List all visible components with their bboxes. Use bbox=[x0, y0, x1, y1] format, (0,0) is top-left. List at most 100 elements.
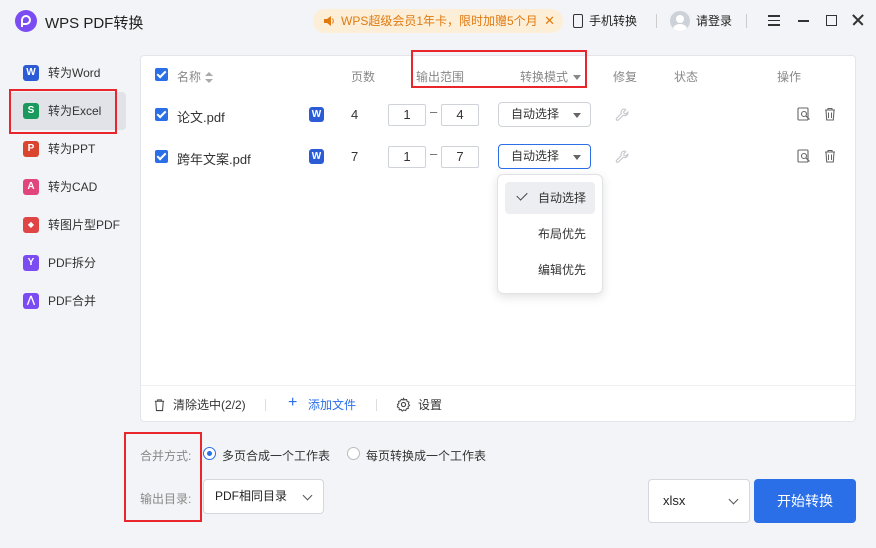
table-header: 名称 页数 输出范围 转换模式 修复 状态 操作 bbox=[141, 56, 855, 94]
clear-selected-button[interactable]: 清除选中(2/2) bbox=[153, 397, 246, 413]
mode-select-value: 自动选择 bbox=[511, 149, 560, 163]
merge-per-page-label[interactable]: 每页转换成一个工作表 bbox=[366, 447, 486, 464]
mode-option-auto[interactable]: 自动选择 bbox=[505, 182, 595, 214]
phone-icon bbox=[573, 14, 583, 28]
output-dir-value: PDF相同目录 bbox=[215, 489, 288, 503]
format-select[interactable]: xlsx bbox=[648, 479, 750, 523]
mode-option-label: 自动选择 bbox=[538, 191, 587, 205]
mode-option-label: 布局优先 bbox=[538, 227, 587, 241]
sidebar: W 转为Word S 转为Excel P 转为PPT A 转为CAD ◆ 转图片… bbox=[10, 54, 126, 320]
mode-select[interactable]: 自动选择 bbox=[498, 144, 591, 169]
row-checkbox[interactable] bbox=[155, 150, 168, 163]
plus-icon: + bbox=[288, 394, 298, 411]
maximize-icon[interactable] bbox=[823, 12, 839, 28]
column-header-status: 状态 bbox=[674, 70, 699, 84]
start-convert-button[interactable]: 开始转换 bbox=[754, 479, 856, 523]
promo-banner[interactable]: WPS超级会员1年卡，限时加赠5个月 ✕ bbox=[313, 9, 563, 33]
minimize-icon[interactable] bbox=[796, 12, 812, 28]
column-header-range: 输出范围 bbox=[416, 70, 465, 84]
settings-button[interactable]: 设置 bbox=[396, 397, 442, 413]
phone-convert-button[interactable]: 手机转换 bbox=[573, 11, 637, 31]
file-name: 论文.pdf bbox=[177, 110, 225, 125]
merge-mode-label: 合并方式: bbox=[140, 449, 192, 463]
wrench-icon[interactable] bbox=[614, 107, 630, 123]
sidebar-item-ppt[interactable]: P 转为PPT bbox=[10, 130, 126, 168]
image-pdf-icon: ◆ bbox=[23, 217, 39, 233]
page-count: 4 bbox=[351, 107, 359, 122]
sidebar-item-split[interactable]: Y PDF拆分 bbox=[10, 244, 126, 282]
table-row[interactable]: 论文.pdf W 4 1 – 4 自动选择 bbox=[141, 95, 855, 135]
mode-select-value: 自动选择 bbox=[511, 107, 560, 121]
merge-single-sheet-label[interactable]: 多页合成一个工作表 bbox=[222, 447, 330, 464]
file-toolbar: 清除选中(2/2) + 添加文件 设置 bbox=[141, 385, 855, 423]
toolbar-divider bbox=[265, 399, 266, 411]
word-file-icon: W bbox=[309, 107, 324, 122]
sidebar-item-image-pdf[interactable]: ◆ 转图片型PDF bbox=[10, 206, 126, 244]
add-file-button[interactable]: + 添加文件 bbox=[288, 394, 356, 413]
word-icon: W bbox=[23, 65, 39, 81]
range-start-input[interactable]: 1 bbox=[388, 104, 426, 126]
format-value: xlsx bbox=[663, 493, 686, 508]
clear-selected-label: 清除选中(2/2) bbox=[173, 398, 246, 412]
header-divider bbox=[656, 14, 657, 28]
ppt-icon: P bbox=[23, 141, 39, 157]
delete-icon[interactable] bbox=[823, 107, 837, 121]
sidebar-item-label: PDF合并 bbox=[48, 294, 97, 308]
check-icon bbox=[516, 189, 528, 201]
merge-single-sheet-radio[interactable] bbox=[203, 447, 216, 460]
range-end-input[interactable]: 7 bbox=[441, 146, 479, 168]
preview-icon[interactable] bbox=[797, 107, 811, 121]
column-header-mode[interactable]: 转换模式 bbox=[520, 68, 582, 85]
chevron-down-icon bbox=[728, 494, 739, 505]
column-header-pages: 页数 bbox=[351, 70, 376, 84]
merge-icon: ⋀ bbox=[23, 293, 39, 309]
promo-close-icon[interactable]: ✕ bbox=[544, 9, 555, 33]
range-separator: – bbox=[430, 146, 438, 161]
wrench-icon[interactable] bbox=[614, 149, 630, 165]
sidebar-item-label: 转为PPT bbox=[48, 142, 96, 156]
speaker-icon bbox=[324, 16, 334, 26]
trash-icon bbox=[154, 399, 165, 412]
gear-icon bbox=[396, 397, 411, 412]
output-dir-select[interactable]: PDF相同目录 bbox=[203, 479, 324, 514]
delete-icon[interactable] bbox=[823, 149, 837, 163]
column-header-name[interactable]: 名称 bbox=[177, 68, 214, 85]
close-window-icon[interactable] bbox=[850, 12, 866, 28]
file-name: 跨年文案.pdf bbox=[177, 152, 251, 167]
merge-per-page-radio[interactable] bbox=[347, 447, 360, 460]
sidebar-item-label: 转为Word bbox=[48, 66, 101, 80]
mode-dropdown-menu: 自动选择 布局优先 编辑优先 bbox=[497, 174, 603, 294]
page-count: 7 bbox=[351, 149, 359, 164]
mode-option-layout[interactable]: 布局优先 bbox=[505, 218, 595, 250]
select-all-checkbox[interactable] bbox=[155, 68, 168, 81]
login-label: 请登录 bbox=[696, 14, 733, 28]
row-checkbox[interactable] bbox=[155, 108, 168, 121]
sidebar-item-label: 转为Excel bbox=[48, 104, 102, 118]
mode-select[interactable]: 自动选择 bbox=[498, 102, 591, 127]
range-end-input[interactable]: 4 bbox=[441, 104, 479, 126]
promo-text: WPS超级会员1年卡，限时加赠5个月 bbox=[341, 14, 538, 28]
word-file-icon: W bbox=[309, 149, 324, 164]
excel-icon: S bbox=[23, 103, 39, 119]
sidebar-item-excel[interactable]: S 转为Excel bbox=[10, 92, 126, 130]
sidebar-item-label: PDF拆分 bbox=[48, 256, 97, 270]
range-start-input[interactable]: 1 bbox=[388, 146, 426, 168]
table-row[interactable]: 跨年文案.pdf W 7 1 – 7 自动选择 bbox=[141, 137, 855, 177]
mode-option-edit[interactable]: 编辑优先 bbox=[505, 254, 595, 286]
sidebar-item-cad[interactable]: A 转为CAD bbox=[10, 168, 126, 206]
settings-label: 设置 bbox=[418, 398, 443, 412]
sidebar-item-label: 转图片型PDF bbox=[48, 218, 121, 232]
sort-icon bbox=[205, 71, 214, 84]
avatar-icon bbox=[670, 11, 690, 31]
toolbar-divider bbox=[376, 399, 377, 411]
menu-icon[interactable] bbox=[766, 12, 782, 28]
split-icon: Y bbox=[23, 255, 39, 271]
mode-option-label: 编辑优先 bbox=[538, 263, 587, 277]
sidebar-item-merge[interactable]: ⋀ PDF合并 bbox=[10, 282, 126, 320]
sidebar-item-word[interactable]: W 转为Word bbox=[10, 54, 126, 92]
login-button[interactable]: 请登录 bbox=[670, 10, 732, 32]
header-divider bbox=[746, 14, 747, 28]
output-dir-label: 输出目录: bbox=[140, 492, 192, 506]
annotation-box bbox=[124, 432, 202, 522]
preview-icon[interactable] bbox=[797, 149, 811, 163]
